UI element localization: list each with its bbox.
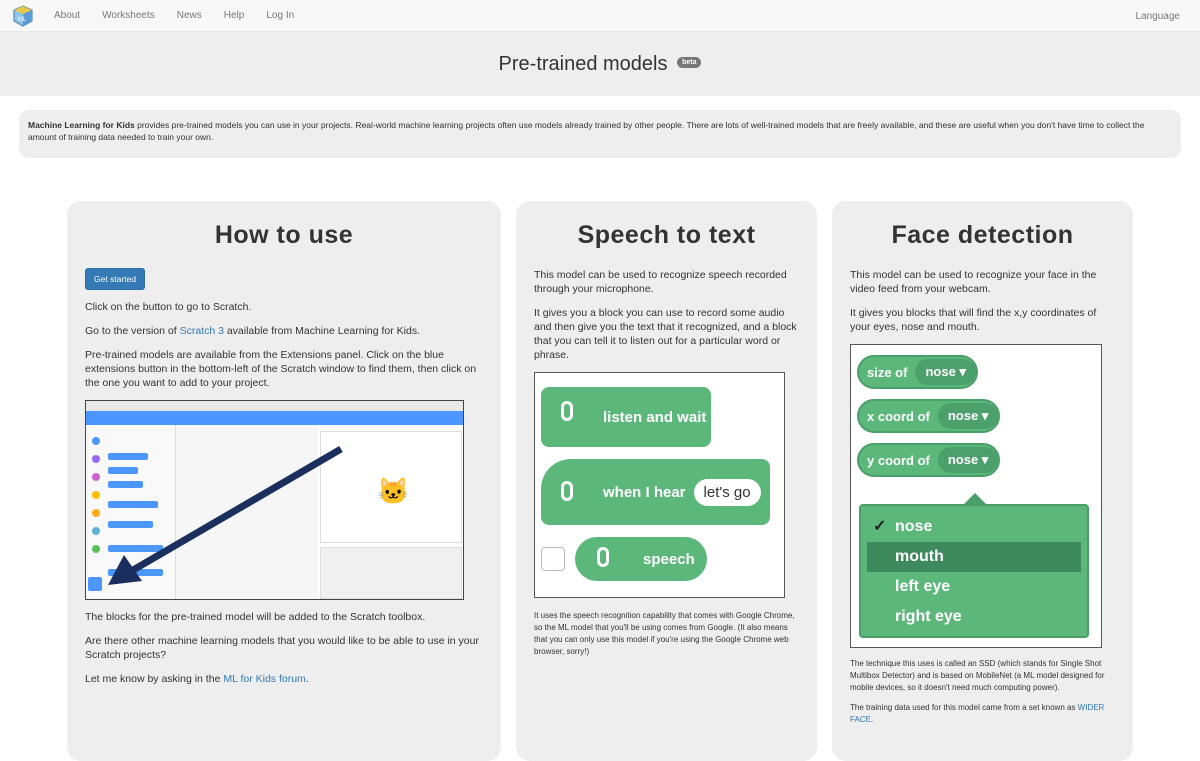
dropdown-value: nose [947,408,979,423]
face-title: Face detection [891,221,1074,249]
how-p2: Go to the version of Scratch 3 available… [85,324,483,338]
nav-language[interactable]: Language [1136,11,1181,22]
when-i-hear-value: let's go [693,478,761,506]
how-p4: The blocks for the pre-trained model wil… [85,611,426,623]
y-coord-block: y coord of nose ▾ [857,443,1001,477]
how-to-use-title: How to use [214,221,354,249]
listen-and-wait-label: listen and wait [603,408,707,426]
dropdown-value: nose [947,452,979,467]
speech-title: Speech to text [577,221,756,249]
x-coord-dropdown: nose ▾ [937,403,999,429]
when-i-hear-block: when I hear let's go [541,459,770,525]
menu-item-right-eye-label: right eye [895,608,962,625]
speech-reporter-block: speech [575,537,707,581]
navbar: ML About Worksheets News Help Log In Lan… [0,0,1200,32]
menu-item-nose: ✓ nose [861,512,1087,542]
face-note2-after: . [870,715,874,724]
dropdown-value: nose [925,364,956,379]
y-coord-dropdown: nose ▾ [937,447,999,473]
microphone-icon [561,481,573,501]
size-of-label: size of [867,364,908,380]
speech-p1: This model can be used to recognize spee… [534,269,787,295]
how-p6: Let me know by asking in the ML for Kids… [85,672,483,686]
how-p6-before: Let me know by asking in the [85,673,224,685]
size-of-block: size of nose ▾ [857,355,978,389]
face-note2: The training data used for this model ca… [850,702,1115,726]
nav-about[interactable]: About [54,10,80,21]
y-coord-label: y coord of [867,452,930,468]
x-coord-label: x coord of [867,408,930,424]
how-p2-before: Go to the version of [85,325,180,337]
how-p6-after: . [305,673,309,685]
x-coord-block: x coord of nose ▾ [857,399,1001,433]
speech-reporter-label: speech [643,550,695,568]
intro-panel: Machine Learning for Kids provides pre-t… [19,110,1181,158]
speech-p2: It gives you a block you can use to reco… [534,307,797,361]
intro-brand: Machine Learning for Kids [28,120,135,130]
size-of-dropdown: nose ▾ [915,359,976,385]
beta-badge: beta [677,56,702,68]
page-header: Pre-trained models beta [0,32,1200,96]
menu-item-left-eye-label: left eye [895,578,951,595]
ml-for-kids-logo-icon[interactable]: ML [12,4,34,27]
nav-login[interactable]: Log In [266,10,294,21]
menu-item-left-eye: left eye [861,572,1087,602]
scratch3-link[interactable]: Scratch 3 [180,325,224,337]
face-note2-before: The training data used for this model ca… [850,703,1078,712]
speech-checkbox [541,547,565,571]
intro-text: provides pre-trained models you can use … [28,120,1145,142]
page-title-text: Pre-trained models [498,52,668,75]
svg-text:ML: ML [18,17,27,23]
menu-item-right-eye: right eye [861,602,1087,632]
face-p2: It gives you blocks that will find the x… [850,307,1097,333]
menu-item-nose-label: nose [895,518,933,535]
how-to-use-card: How to use Get started Click on the butt… [67,201,501,761]
how-p1: Click on the button to go to Scratch. [85,301,252,313]
speech-to-text-card: Speech to text This model can be used to… [516,201,817,761]
page-title: Pre-trained models beta [499,53,702,76]
nav-news[interactable]: News [177,10,202,21]
face-blocks-image: size of nose ▾ x coord of nose ▾ y coord… [850,344,1102,648]
microphone-icon [597,547,609,567]
arrow-pointer-icon [108,445,343,585]
listen-and-wait-block: listen and wait [541,387,711,447]
forum-link[interactable]: ML for Kids forum [223,673,305,685]
speech-blocks-image: listen and wait when I hear let's go spe… [534,372,785,598]
how-p2-after: available from Machine Learning for Kids… [223,325,421,337]
nav-worksheets[interactable]: Worksheets [102,10,155,21]
face-dropdown-menu: ✓ nose mouth left eye right eye [859,504,1089,638]
how-p5: Are there other machine learning models … [85,635,479,661]
face-p1: This model can be used to recognize your… [850,269,1097,295]
check-icon: ✓ [873,518,887,535]
how-p3: Pre-trained models are available from th… [85,349,477,389]
nav-help[interactable]: Help [224,10,245,21]
scratch-screenshot: 🐱 [85,400,464,600]
when-i-hear-label: when I hear [603,483,686,501]
face-detection-card: Face detection This model can be used to… [832,201,1133,761]
get-started-button[interactable]: Get started [85,268,146,290]
menu-item-mouth-label: mouth [895,548,944,565]
menu-item-mouth: mouth [867,542,1081,572]
face-note1: The technique this uses is called an SSD… [850,659,1105,692]
microphone-icon [561,401,573,421]
speech-note: It uses the speech recognition capabilit… [534,611,795,656]
